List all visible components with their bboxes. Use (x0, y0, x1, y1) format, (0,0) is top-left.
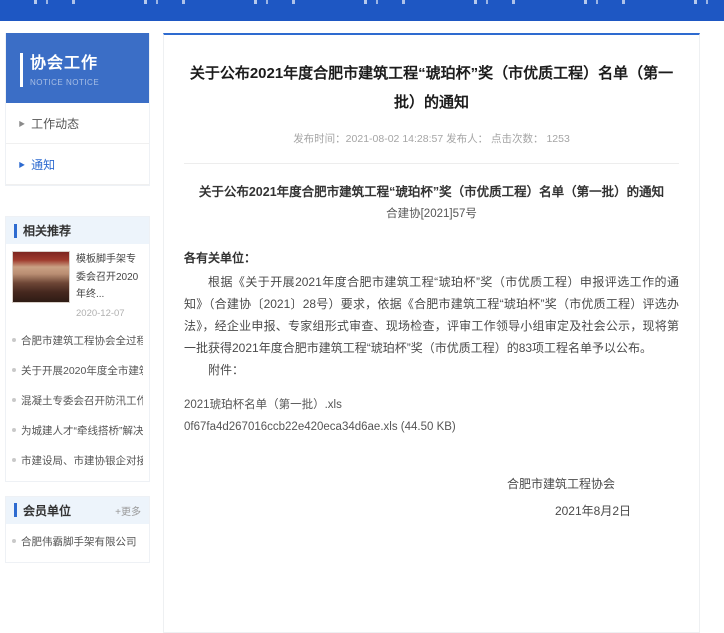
conference-photo-thumbnail (12, 251, 70, 303)
featured-date: 2020-12-07 (76, 308, 143, 319)
signature-date: 2021年8月2日 (184, 502, 631, 519)
related-item-label: 混凝土专委会召开防汛工作座谈会 (21, 393, 143, 408)
sidebar-item-notice[interactable]: ▶ 通知 (6, 144, 149, 185)
related-item-label: 为城建人才“牵线搭桥”解决“... (21, 423, 143, 438)
members-list: 合肥伟霸脚手架有限公司 (6, 524, 149, 562)
chevron-right-icon: ▶ (19, 119, 25, 128)
header-accent-bar (20, 53, 23, 87)
article-body: 根据《关于开展2021年度合肥市建筑工程“琥珀杯”奖（市优质工程）申报评选工作的… (184, 271, 679, 359)
article-meta: 发布时间：2021-08-02 14:28:57 发布人： 点击次数： 1253 (184, 131, 679, 146)
attachment-label: 附件： (184, 359, 679, 381)
related-list-item[interactable]: 为城建人才“牵线搭桥”解决“... (12, 415, 143, 445)
related-item-label: 关于开展2020年度全市建筑业评... (21, 363, 143, 378)
sidebar-subtitle: NOTICE NOTICE (30, 78, 149, 87)
related-item-label: 合肥市建筑工程协会全过程工程... (21, 333, 143, 348)
more-link[interactable]: +更多 (115, 503, 141, 518)
member-units-section: 会员单位 +更多 合肥伟霸脚手架有限公司 (5, 496, 150, 563)
top-nav-bar (0, 0, 724, 21)
sidebar-item-work-news[interactable]: ▶ 工作动态 (6, 103, 149, 144)
signature-org: 合肥市建筑工程协会 (184, 475, 615, 492)
member-list-item[interactable]: 合肥伟霸脚手架有限公司 (12, 526, 143, 556)
sidebar-title: 协会工作 (30, 49, 149, 73)
related-list-item[interactable]: 混凝土专委会召开防汛工作座谈会 (12, 385, 143, 415)
related-list-item[interactable]: 合肥市建筑工程协会全过程工程... (12, 325, 143, 355)
related-item-label: 市建设局、市建协银企对接会第... (21, 453, 143, 468)
bullet-icon (12, 398, 16, 402)
signature-block: 合肥市建筑工程协会 2021年8月2日 (184, 475, 679, 519)
featured-text: 模板脚手架专委会召开2020年终... 2020-12-07 (76, 251, 143, 319)
bullet-icon (12, 428, 16, 432)
featured-title: 模板脚手架专委会召开2020年终... (76, 251, 143, 304)
menu-item-label: 工作动态 (31, 115, 79, 132)
bullet-icon (12, 368, 16, 372)
related-list-item[interactable]: 市建设局、市建协银企对接会第... (12, 445, 143, 475)
attachment-link[interactable]: 2021琥珀杯名单（第一批）.xls (184, 396, 679, 412)
related-section-header: 相关推荐 (6, 217, 149, 244)
bullet-icon (12, 539, 16, 543)
bullet-icon (12, 338, 16, 342)
related-recommend-section: 相关推荐 模板脚手架专委会召开2020年终... 2020-12-07 合肥市建… (5, 216, 150, 482)
attachment-link[interactable]: 0f67fa4d267016ccb22e420eca34d6ae.xls (44… (184, 421, 679, 433)
page-title: 关于公布2021年度合肥市建筑工程“琥珀杯”奖（市优质工程）名单（第一批）的通知 (184, 59, 679, 117)
document-number: 合建协[2021]57号 (184, 205, 679, 221)
related-list-item[interactable]: 关于开展2020年度全市建筑业评... (12, 355, 143, 385)
chevron-right-icon: ▶ (19, 160, 25, 169)
featured-article[interactable]: 模板脚手架专委会召开2020年终... 2020-12-07 (6, 244, 149, 323)
sidebar-header: 协会工作 NOTICE NOTICE (6, 33, 149, 103)
article-panel: 关于公布2021年度合肥市建筑工程“琥珀杯”奖（市优质工程）名单（第一批）的通知… (163, 33, 700, 633)
divider (184, 163, 679, 164)
sidebar-notice-box: 协会工作 NOTICE NOTICE ▶ 工作动态 ▶ 通知 (5, 33, 150, 186)
related-section-title: 相关推荐 (23, 222, 71, 239)
top-nav-cropped-text (0, 0, 724, 4)
related-list: 合肥市建筑工程协会全过程工程... 关于开展2020年度全市建筑业评... 混凝… (6, 323, 149, 481)
menu-item-label: 通知 (31, 156, 55, 173)
salutation: 各有关单位： (184, 249, 679, 266)
members-section-title: 会员单位 (23, 502, 71, 519)
bullet-icon (12, 458, 16, 462)
section-accent-bar (14, 503, 17, 517)
section-accent-bar (14, 224, 17, 238)
sidebar: 协会工作 NOTICE NOTICE ▶ 工作动态 ▶ 通知 相关推荐 模板脚手… (5, 33, 150, 563)
members-section-header: 会员单位 +更多 (6, 497, 149, 524)
member-item-label: 合肥伟霸脚手架有限公司 (21, 534, 137, 549)
document-title: 关于公布2021年度合肥市建筑工程“琥珀杯”奖（市优质工程）名单（第一批）的通知 (184, 181, 679, 200)
